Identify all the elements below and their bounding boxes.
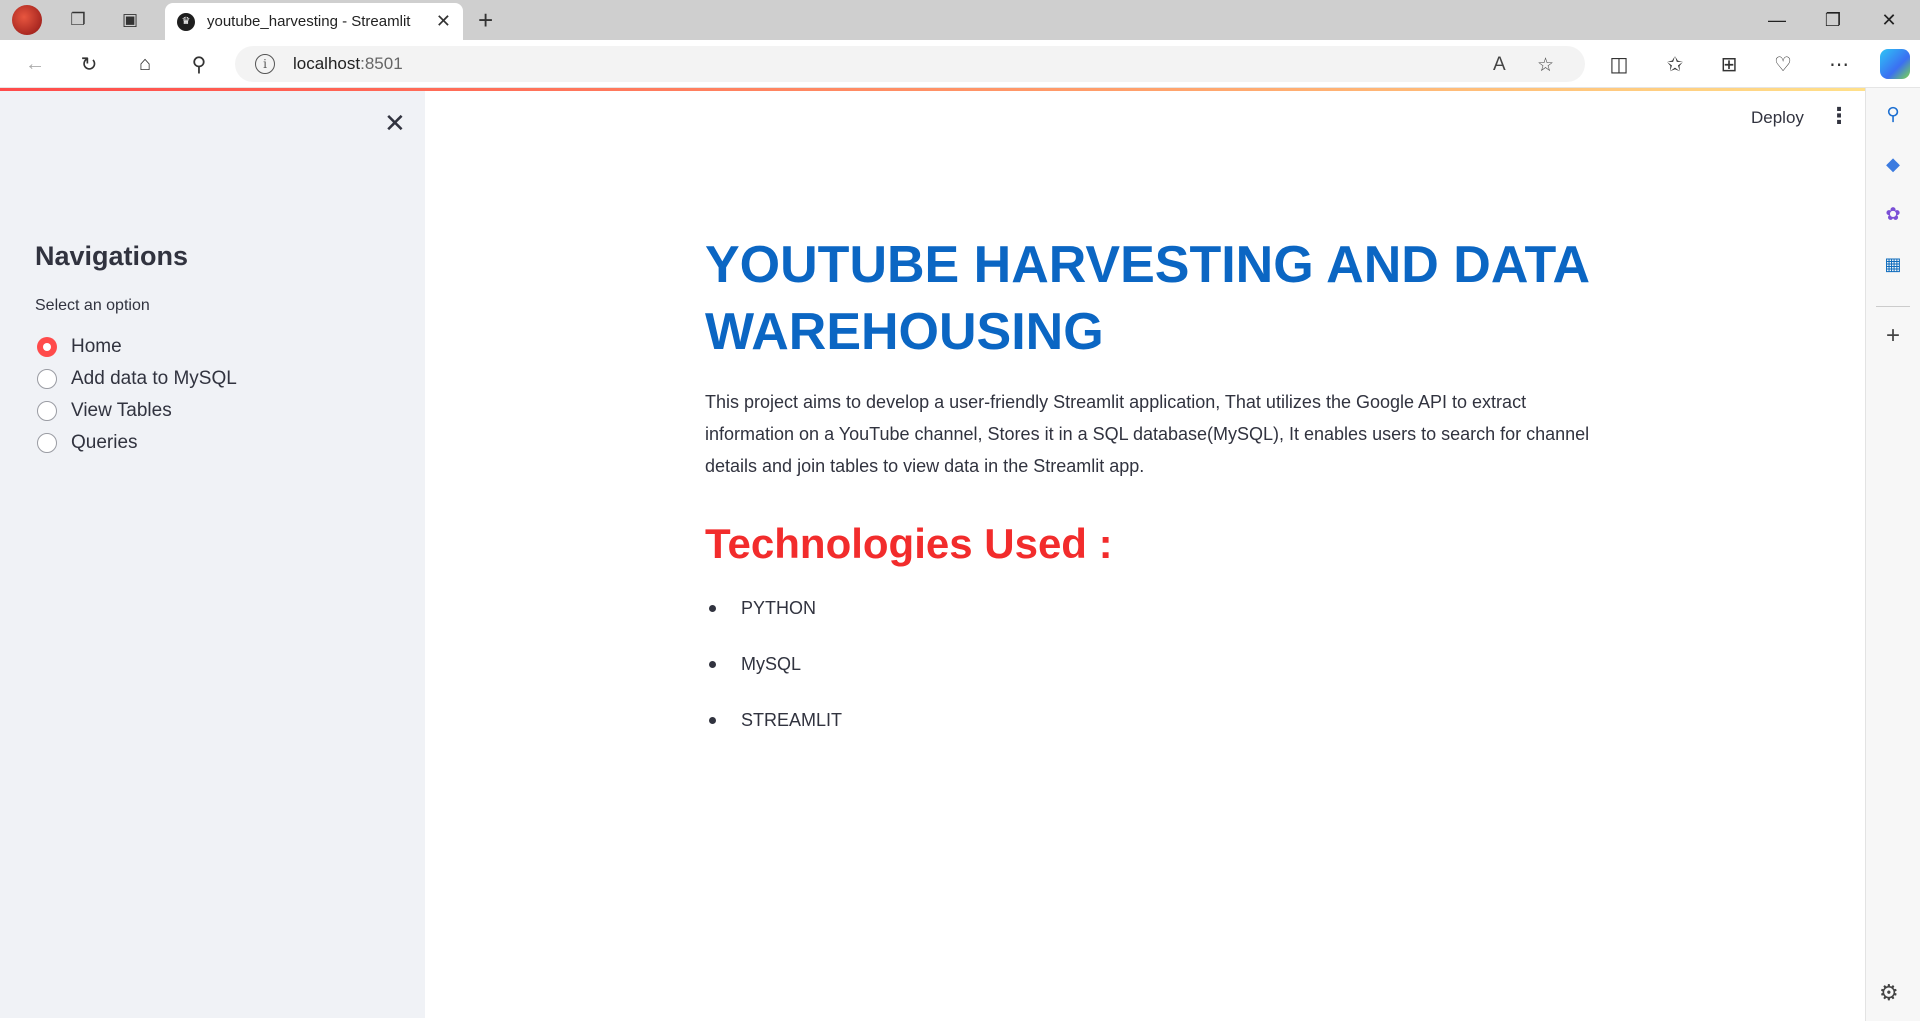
url-text: localhost:8501 [293, 54, 403, 73]
edge-sidebar: ⚲ ◆ ✿ ▦ + [1865, 88, 1920, 1021]
profile-avatar-icon[interactable] [12, 5, 42, 35]
site-info-icon[interactable]: i [255, 54, 275, 74]
copilot-icon[interactable] [1880, 49, 1910, 79]
workspaces-icon[interactable]: ❐ [64, 6, 92, 34]
radio-button[interactable] [37, 401, 57, 421]
radio-group-label: Select an option [35, 297, 150, 314]
main-menu-icon[interactable]: ⋮ [1828, 103, 1850, 129]
list-item: STREAMLIT [705, 708, 842, 764]
edge-sidebar-divider [1876, 306, 1910, 307]
page-title: YOUTUBE HARVESTING AND DATA WAREHOUSING [705, 236, 1589, 361]
radio-option-queries[interactable]: Queries [37, 427, 237, 459]
minimize-icon[interactable]: — [1750, 0, 1804, 40]
radio-option-add-data[interactable]: Add data to MySQL [37, 363, 237, 395]
refresh-icon[interactable]: ↻ [74, 50, 104, 78]
restore-icon[interactable]: ❐ [1806, 0, 1860, 40]
streamlit-sidebar: ✕ Navigations Select an option Home Add … [0, 91, 425, 1018]
technologies-heading: Technologies Used : [705, 520, 1113, 567]
favorites-icon[interactable]: ✩ [1660, 50, 1690, 78]
url-bar[interactable]: i localhost:8501 A ☆ [235, 46, 1585, 82]
new-tab-icon[interactable]: + [478, 5, 493, 36]
back-icon[interactable]: ← [20, 50, 50, 78]
outlook-icon[interactable]: ▦ [1881, 252, 1905, 276]
radio-button[interactable] [37, 433, 57, 453]
list-item: MySQL [705, 652, 842, 708]
radio-option-label: Queries [71, 432, 138, 453]
tab-title: youtube_harvesting - Streamlit [207, 13, 411, 30]
more-options-icon[interactable]: ⋯ [1824, 50, 1854, 78]
home-icon[interactable]: ⌂ [130, 50, 160, 78]
radio-option-label: Add data to MySQL [71, 368, 237, 389]
radio-option-home[interactable]: Home [37, 331, 237, 363]
browser-tab-bar: ❐ ▣ ♛ youtube_harvesting - Streamlit ✕ +… [0, 0, 1920, 40]
sidebar-search-icon[interactable]: ⚲ [1881, 102, 1905, 126]
add-sidebar-app-icon[interactable]: + [1881, 322, 1905, 349]
read-aloud-icon[interactable]: A [1493, 54, 1506, 76]
tab-close-icon[interactable]: ✕ [436, 11, 451, 32]
radio-option-view-tables[interactable]: View Tables [37, 395, 237, 427]
tab-actions-icon[interactable]: ▣ [116, 6, 144, 34]
deploy-button[interactable]: Deploy [1751, 108, 1804, 128]
navigation-radio-group: Home Add data to MySQL View Tables Queri… [37, 331, 237, 459]
radio-option-label: Home [71, 336, 122, 357]
radio-button-selected[interactable] [37, 337, 57, 357]
streamlit-favicon-icon: ♛ [177, 12, 195, 31]
microsoft365-icon[interactable]: ✿ [1881, 202, 1905, 226]
sidebar-title: Navigations [35, 241, 189, 271]
shopping-tag-icon[interactable]: ◆ [1881, 152, 1905, 176]
search-icon[interactable]: ⚲ [184, 50, 214, 78]
project-description: This project aims to develop a user-frie… [705, 392, 1590, 476]
radio-option-label: View Tables [71, 400, 172, 421]
split-screen-icon[interactable]: ◫ [1604, 50, 1634, 78]
technologies-list: PYTHON MySQL STREAMLIT [705, 596, 842, 764]
browser-essentials-icon[interactable]: ♡ [1768, 50, 1798, 78]
radio-button[interactable] [37, 369, 57, 389]
list-item: PYTHON [705, 596, 842, 652]
browser-tab-active[interactable]: ♛ youtube_harvesting - Streamlit ✕ [165, 3, 463, 40]
window-close-icon[interactable]: ✕ [1862, 0, 1916, 40]
address-toolbar: ← ↻ ⌂ ⚲ i localhost:8501 A ☆ ◫ ✩ ⊞ ♡ ⋯ [0, 40, 1920, 88]
sidebar-close-icon[interactable]: ✕ [384, 109, 406, 139]
edge-settings-gear-icon[interactable]: ⚙ [1879, 980, 1899, 1006]
favorite-star-icon[interactable]: ☆ [1537, 54, 1554, 77]
collections-icon[interactable]: ⊞ [1714, 50, 1744, 78]
